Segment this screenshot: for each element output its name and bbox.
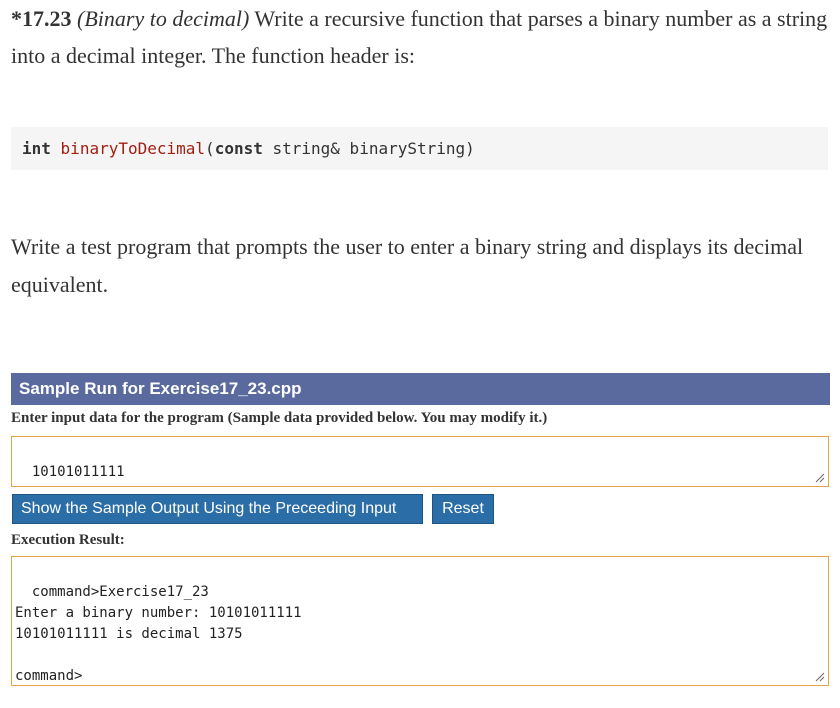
output-textarea[interactable]: command>Exercise17_23 Enter a binary num… xyxy=(11,556,829,686)
problem-title: (Binary to decimal) xyxy=(77,6,250,31)
problem-number: *17.23 xyxy=(11,6,72,31)
code-param-keyword: const xyxy=(214,139,263,158)
sample-run-header: Sample Run for Exercise17_23.cpp xyxy=(11,373,830,405)
reset-button[interactable]: Reset xyxy=(432,494,494,524)
show-sample-output-button[interactable]: Show the Sample Output Using the Preceed… xyxy=(12,494,423,524)
code-return-type: int xyxy=(22,139,51,158)
problem-statement: *17.23 (Binary to decimal) Write a recur… xyxy=(11,0,833,74)
code-param-rest: string& binaryString) xyxy=(262,139,475,158)
resize-grip-icon[interactable] xyxy=(815,473,825,483)
input-textarea-value: 10101011111 xyxy=(31,464,125,480)
test-program-paragraph: Write a test program that prompts the us… xyxy=(11,234,804,297)
code-function-name: binaryToDecimal xyxy=(60,139,206,158)
function-header-code: int binaryToDecimal(const string& binary… xyxy=(11,127,828,170)
resize-grip-icon[interactable] xyxy=(815,672,825,682)
input-textarea[interactable]: 10101011111 xyxy=(11,436,829,487)
input-label: Enter input data for the program (Sample… xyxy=(11,410,548,426)
output-textarea-value: command>Exercise17_23 Enter a binary num… xyxy=(15,584,302,684)
execution-result-label: Execution Result: xyxy=(11,532,125,548)
code-open-paren: ( xyxy=(205,139,215,158)
